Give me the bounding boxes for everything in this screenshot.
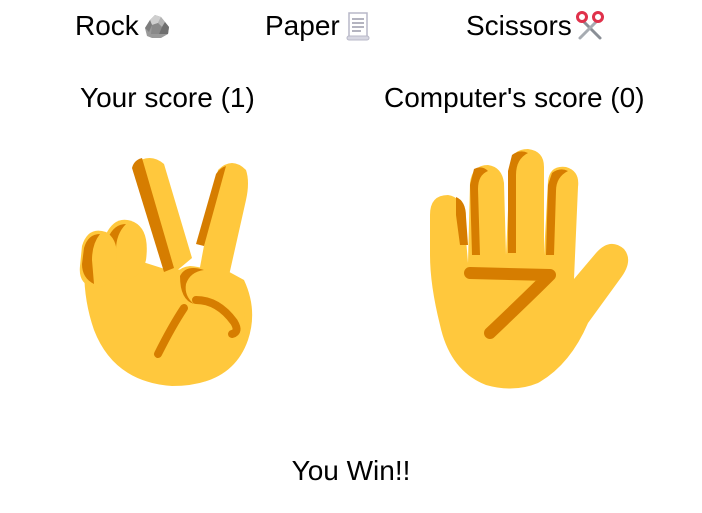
scroll-icon (342, 10, 374, 42)
scissors-icon (574, 10, 606, 42)
scissors-label: Scissors (466, 10, 572, 41)
rock-label: Rock (75, 10, 139, 41)
result-message: You Win!! (291, 455, 411, 486)
victory-hand-icon (72, 150, 258, 390)
player-score: Your score (1) (80, 82, 255, 113)
scissors-button[interactable]: Scissors (466, 8, 606, 44)
paper-button[interactable]: Paper (265, 8, 374, 44)
paper-label: Paper (265, 10, 340, 41)
rock-button[interactable]: Rock (75, 8, 173, 44)
rock-icon (141, 10, 173, 42)
raised-hand-icon (420, 145, 632, 395)
computer-score: Computer's score (0) (384, 82, 645, 113)
